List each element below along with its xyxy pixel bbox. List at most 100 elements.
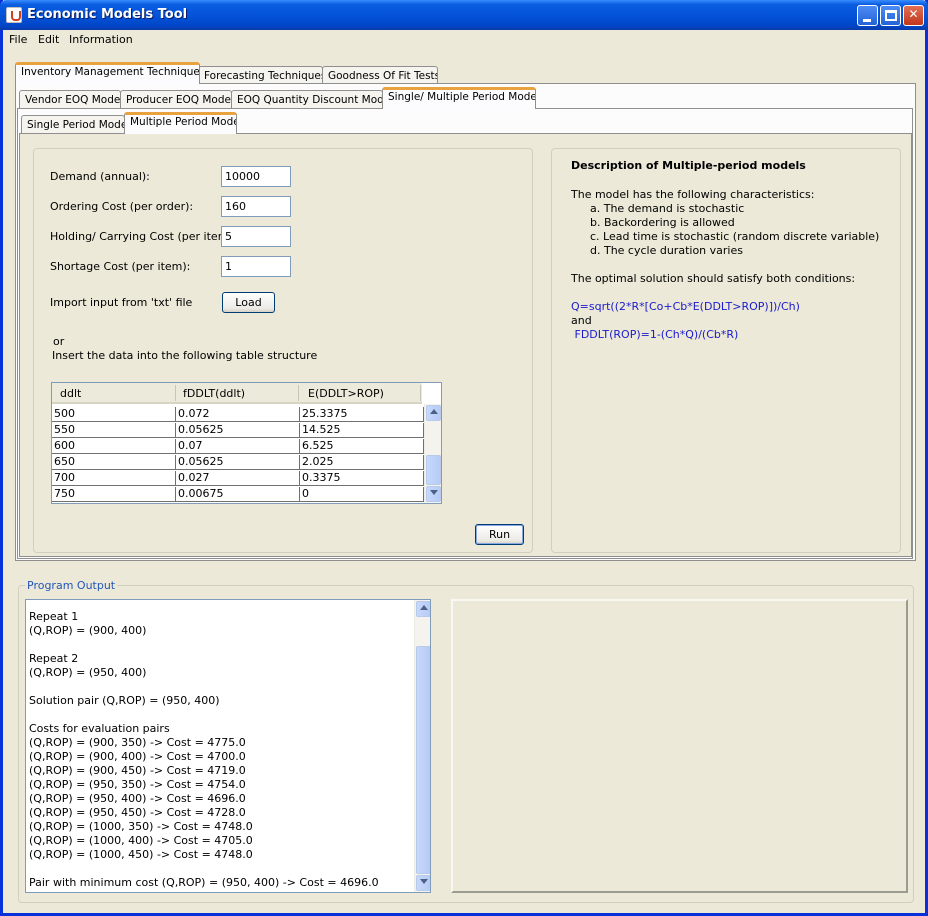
- table-row[interactable]: 550 0.05625 14.525: [52, 422, 424, 438]
- column-header-ddlt[interactable]: ddlt: [60, 387, 81, 400]
- close-button[interactable]: ✕: [903, 5, 924, 26]
- table-row[interactable]: 600 0.07 6.525: [52, 438, 424, 454]
- output-line: (Q,ROP) = (900, 400): [29, 624, 147, 637]
- output-line: (Q,ROP) = (1000, 350) -> Cost = 4748.0: [29, 820, 253, 833]
- tab-single-period[interactable]: Single Period Model: [21, 115, 125, 134]
- output-line: Repeat 2: [29, 652, 79, 665]
- table-body: 500 0.072 25.3375 550 0.05625 14.525 600…: [52, 406, 424, 502]
- column-header-eddlt[interactable]: E(DDLT>ROP): [308, 387, 384, 400]
- output-line: Pair with minimum cost (Q,ROP) = (950, 4…: [29, 876, 379, 889]
- output-line: Repeat 1: [29, 610, 79, 623]
- holding-cost-field[interactable]: [221, 226, 291, 247]
- cell-fddlt[interactable]: 0.07: [176, 439, 300, 454]
- maximize-button[interactable]: [880, 5, 901, 26]
- scroll-up-button[interactable]: [416, 601, 430, 617]
- cell-ddlt[interactable]: 750: [52, 487, 176, 502]
- cell-ddlt[interactable]: 700: [52, 471, 176, 486]
- output-line: (Q,ROP) = (950, 350) -> Cost = 4754.0: [29, 778, 246, 791]
- close-icon: ✕: [908, 7, 919, 21]
- menu-information[interactable]: Information: [69, 33, 133, 46]
- cell-eddlt[interactable]: 0: [300, 487, 424, 502]
- formula-fddlt: FDDLT(ROP)=1-(Ch*Q)/(Cb*R): [571, 328, 739, 341]
- cell-ddlt[interactable]: 500: [52, 407, 176, 422]
- description-item: a. The demand is stochastic: [590, 202, 745, 215]
- minimize-icon: [863, 19, 871, 22]
- cell-ddlt[interactable]: 550: [52, 423, 176, 438]
- table-header: ddlt fDDLT(ddlt) E(DDLT>ROP): [52, 383, 422, 404]
- import-label: Import input from 'txt' file: [50, 296, 193, 309]
- cell-fddlt[interactable]: 0.05625: [176, 423, 300, 438]
- output-line: (Q,ROP) = (950, 400) -> Cost = 4696.0: [29, 792, 246, 805]
- demand-field[interactable]: [221, 166, 291, 187]
- output-line: (Q,ROP) = (950, 450) -> Cost = 4728.0: [29, 806, 246, 819]
- cell-fddlt[interactable]: 0.00675: [176, 487, 300, 502]
- shortage-cost-field[interactable]: [221, 256, 291, 277]
- tab-multiple-period[interactable]: Multiple Period Model: [124, 112, 237, 134]
- run-button[interactable]: Run: [475, 524, 524, 545]
- maximize-icon: [885, 10, 897, 21]
- tab-eoq-quantity-discount[interactable]: EOQ Quantity Discount Model: [231, 90, 383, 109]
- demand-label: Demand (annual):: [50, 170, 150, 183]
- cell-fddlt[interactable]: 0.05625: [176, 455, 300, 470]
- menu-edit[interactable]: Edit: [38, 33, 59, 46]
- table-row[interactable]: 700 0.027 0.3375: [52, 470, 424, 486]
- output-line: (Q,ROP) = (1000, 400) -> Cost = 4705.0: [29, 834, 253, 847]
- description-item: d. The cycle duration varies: [590, 244, 743, 257]
- cell-eddlt[interactable]: 2.025: [300, 455, 424, 470]
- output-line: Costs for evaluation pairs: [29, 722, 170, 735]
- tab-producer-eoq[interactable]: Producer EOQ Model: [120, 90, 232, 109]
- menu-bar: File Edit Information: [3, 30, 925, 50]
- ordering-cost-field[interactable]: [221, 196, 291, 217]
- title-bar[interactable]: Economic Models Tool ✕: [0, 0, 928, 30]
- app-window: Economic Models Tool ✕ File Edit Informa…: [0, 0, 928, 916]
- scroll-up-button[interactable]: [426, 405, 441, 421]
- scroll-thumb[interactable]: [426, 455, 441, 485]
- output-chart-panel: [451, 599, 908, 893]
- ordering-cost-label: Ordering Cost (per order):: [50, 200, 194, 213]
- ddlt-table: ddlt fDDLT(ddlt) E(DDLT>ROP) 500 0.072 2…: [51, 382, 442, 504]
- cell-fddlt[interactable]: 0.072: [176, 407, 300, 422]
- table-row[interactable]: 750 0.00675 0: [52, 486, 424, 502]
- cell-eddlt[interactable]: 6.525: [300, 439, 424, 454]
- output-line: (Q,ROP) = (950, 400): [29, 666, 147, 679]
- cell-eddlt[interactable]: 14.525: [300, 423, 424, 438]
- table-row[interactable]: 500 0.072 25.3375: [52, 406, 424, 422]
- scroll-thumb[interactable]: [416, 646, 430, 874]
- cell-ddlt[interactable]: 650: [52, 455, 176, 470]
- holding-cost-label: Holding/ Carrying Cost (per item):: [50, 230, 237, 243]
- output-line: Solution pair (Q,ROP) = (950, 400): [29, 694, 220, 707]
- output-line: (Q,ROP) = (900, 450) -> Cost = 4719.0: [29, 764, 246, 777]
- menu-file[interactable]: File: [9, 33, 27, 46]
- scroll-down-button[interactable]: [426, 486, 441, 502]
- table-scrollbar[interactable]: [424, 404, 441, 503]
- formula-and: and: [571, 314, 592, 327]
- cell-eddlt[interactable]: 25.3375: [300, 407, 424, 422]
- program-output-title: Program Output: [25, 579, 118, 592]
- output-line: (Q,ROP) = (900, 400) -> Cost = 4700.0: [29, 750, 246, 763]
- tab-single-multiple-period[interactable]: Single/ Multiple Period Models: [382, 87, 536, 109]
- description-intro: The model has the following characterist…: [571, 188, 815, 201]
- shortage-cost-label: Shortage Cost (per item):: [50, 260, 191, 273]
- cell-ddlt[interactable]: 600: [52, 439, 176, 454]
- description-title: Description of Multiple-period models: [571, 159, 806, 172]
- insert-data-label: Insert the data into the following table…: [52, 349, 318, 362]
- description-item: b. Backordering is allowed: [590, 216, 735, 229]
- description-item: c. Lead time is stochastic (random discr…: [590, 230, 880, 243]
- minimize-button[interactable]: [857, 5, 878, 26]
- cell-fddlt[interactable]: 0.027: [176, 471, 300, 486]
- window-title: Economic Models Tool: [27, 7, 188, 22]
- tab-inventory-management[interactable]: Inventory Management Techniques: [15, 62, 200, 84]
- output-text-area[interactable]: Repeat 1 (Q,ROP) = (900, 400) Repeat 2 (…: [25, 599, 431, 893]
- output-scrollbar[interactable]: [414, 600, 430, 892]
- column-header-fddlt[interactable]: fDDLT(ddlt): [183, 387, 245, 400]
- table-row[interactable]: 650 0.05625 2.025: [52, 454, 424, 470]
- load-button[interactable]: Load: [222, 292, 275, 313]
- cell-eddlt[interactable]: 0.3375: [300, 471, 424, 486]
- output-line: (Q,ROP) = (900, 350) -> Cost = 4775.0: [29, 736, 246, 749]
- java-app-icon: [6, 7, 22, 23]
- description-conditions: The optimal solution should satisfy both…: [571, 272, 856, 285]
- scroll-down-button[interactable]: [416, 875, 430, 891]
- or-label: or: [53, 335, 65, 348]
- tab-vendor-eoq[interactable]: Vendor EOQ Model: [19, 90, 121, 109]
- output-line: (Q,ROP) = (1000, 450) -> Cost = 4748.0: [29, 848, 253, 861]
